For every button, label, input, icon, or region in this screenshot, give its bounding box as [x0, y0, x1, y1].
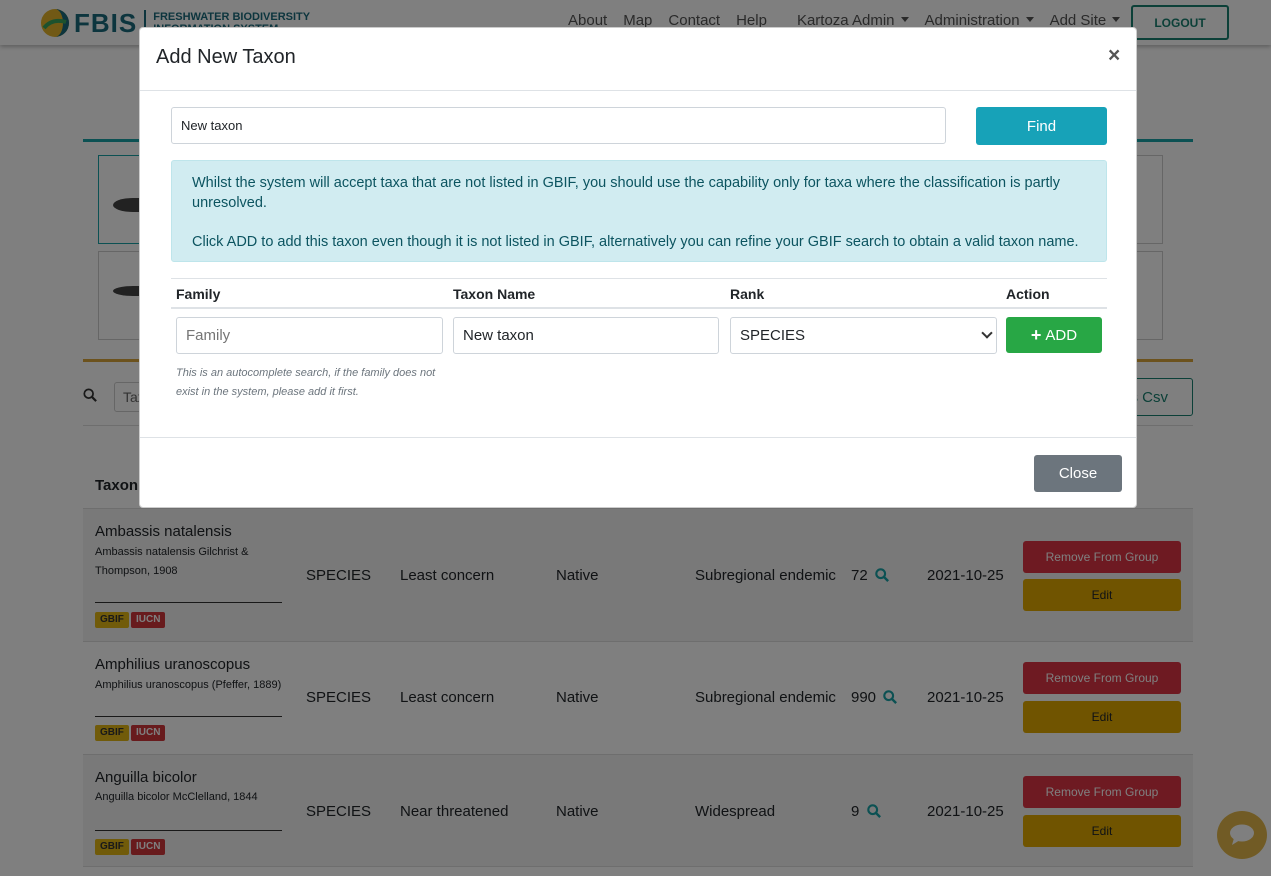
close-icon[interactable]: ×: [1108, 45, 1120, 67]
modal-title: Add New Taxon: [156, 46, 296, 68]
family-help-text: This is an autocomplete search, if the f…: [176, 367, 436, 398]
family-input[interactable]: Family: [176, 317, 443, 354]
close-button[interactable]: Close: [1034, 455, 1122, 492]
family-column-header: Family: [176, 286, 221, 302]
add-new-taxon-modal: Add New Taxon × New taxon Find Whilst th…: [139, 27, 1137, 508]
modal-footer: Close: [140, 437, 1136, 507]
rank-column-header: Rank: [730, 286, 765, 302]
taxon-search-input[interactable]: New taxon: [171, 107, 946, 144]
new-taxon-table-header: Family Taxon Name Rank Action: [171, 278, 1107, 309]
rank-select[interactable]: SPECIES: [730, 317, 997, 354]
rank-selected-value: SPECIES: [740, 327, 806, 344]
add-taxon-button[interactable]: + ADD: [1006, 317, 1102, 353]
action-column-header: Action: [1006, 286, 1050, 302]
info-alert: Whilst the system will accept taxa that …: [171, 160, 1107, 262]
modal-header: Add New Taxon ×: [140, 28, 1136, 91]
add-button-label: ADD: [1045, 326, 1078, 344]
plus-icon: +: [1030, 324, 1042, 345]
alert-text-1: Whilst the system will accept taxa that …: [192, 175, 1060, 211]
alert-text-2: Click ADD to add this taxon even though …: [192, 233, 1079, 250]
taxon-name-input[interactable]: New taxon: [453, 317, 719, 354]
find-button[interactable]: Find: [976, 107, 1107, 145]
taxon-name-column-header: Taxon Name: [453, 286, 536, 302]
